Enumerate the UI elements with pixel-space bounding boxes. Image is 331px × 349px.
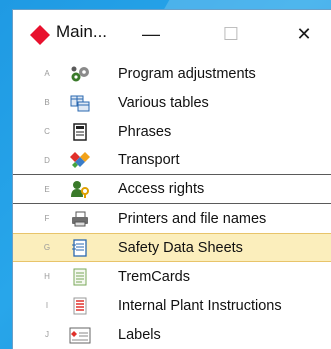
shortcut-key: D — [44, 155, 50, 165]
menu-item-label: TremCards — [118, 268, 190, 285]
shortcut-key: A — [44, 69, 50, 78]
tables-icon — [69, 93, 91, 113]
menu-item-access-rights[interactable]: E Access rights — [13, 175, 331, 204]
shortcut-key: F — [44, 214, 50, 223]
menu-item-program-adjustments[interactable]: A Program adjustments — [13, 59, 331, 88]
menu-item-label: Phrases — [118, 123, 172, 140]
shortcut-key: I — [45, 301, 49, 310]
menu-item-internal-plant-instructions[interactable]: I Internal Plant Instructions — [13, 291, 331, 320]
main-menu-list: A Program adjustments B Various tables C… — [13, 59, 331, 349]
menu-item-label: Transport — [118, 152, 180, 168]
close-button[interactable]: ✕ — [281, 10, 327, 58]
menu-item-various-tables[interactable]: B Various tables — [13, 88, 331, 117]
red-diamond-app-icon — [30, 25, 50, 45]
menu-item-label: Safety Data Sheets — [118, 239, 243, 256]
shortcut-key: B — [44, 98, 50, 107]
main-menu-window: Main... — ☐ ✕ A Program adjustments B Va… — [12, 9, 331, 349]
transport-icon — [69, 150, 91, 170]
document-icon — [69, 122, 91, 142]
shortcut-key: G — [43, 243, 51, 252]
menu-item-transport[interactable]: D Transport — [13, 146, 331, 175]
minimize-button[interactable]: — — [128, 10, 174, 58]
menu-item-tremcards[interactable]: H TremCards — [13, 262, 331, 291]
maximize-button[interactable]: ☐ — [208, 10, 254, 58]
menu-item-label: Access rights — [118, 181, 205, 197]
menu-item-label: Printers and file names — [118, 210, 267, 227]
access-rights-icon — [69, 179, 91, 199]
menu-item-safety-data-sheets[interactable]: G Safety Data Sheets — [13, 233, 331, 262]
tremcard-icon — [69, 267, 91, 287]
window-title: Main... — [56, 22, 108, 41]
shortcut-key: J — [45, 330, 49, 339]
menu-item-labels[interactable]: J Labels — [13, 320, 331, 349]
menu-item-label: Labels — [118, 326, 161, 343]
menu-item-phrases[interactable]: C Phrases — [13, 117, 331, 146]
title-bar[interactable]: Main... — ☐ ✕ — [13, 10, 331, 58]
printer-icon — [69, 209, 91, 229]
menu-item-label: Internal Plant Instructions — [118, 297, 282, 314]
menu-item-printers-and-file-names[interactable]: F Printers and file names — [13, 204, 331, 233]
shortcut-key: C — [44, 127, 50, 136]
gears-icon — [69, 64, 91, 84]
instructions-icon — [69, 296, 91, 316]
shortcut-key: H — [44, 272, 50, 281]
data-sheet-icon — [69, 238, 91, 258]
menu-item-label: Program adjustments — [118, 65, 256, 82]
labels-icon — [69, 325, 91, 345]
menu-item-label: Various tables — [118, 94, 209, 111]
shortcut-key: E — [44, 184, 50, 194]
